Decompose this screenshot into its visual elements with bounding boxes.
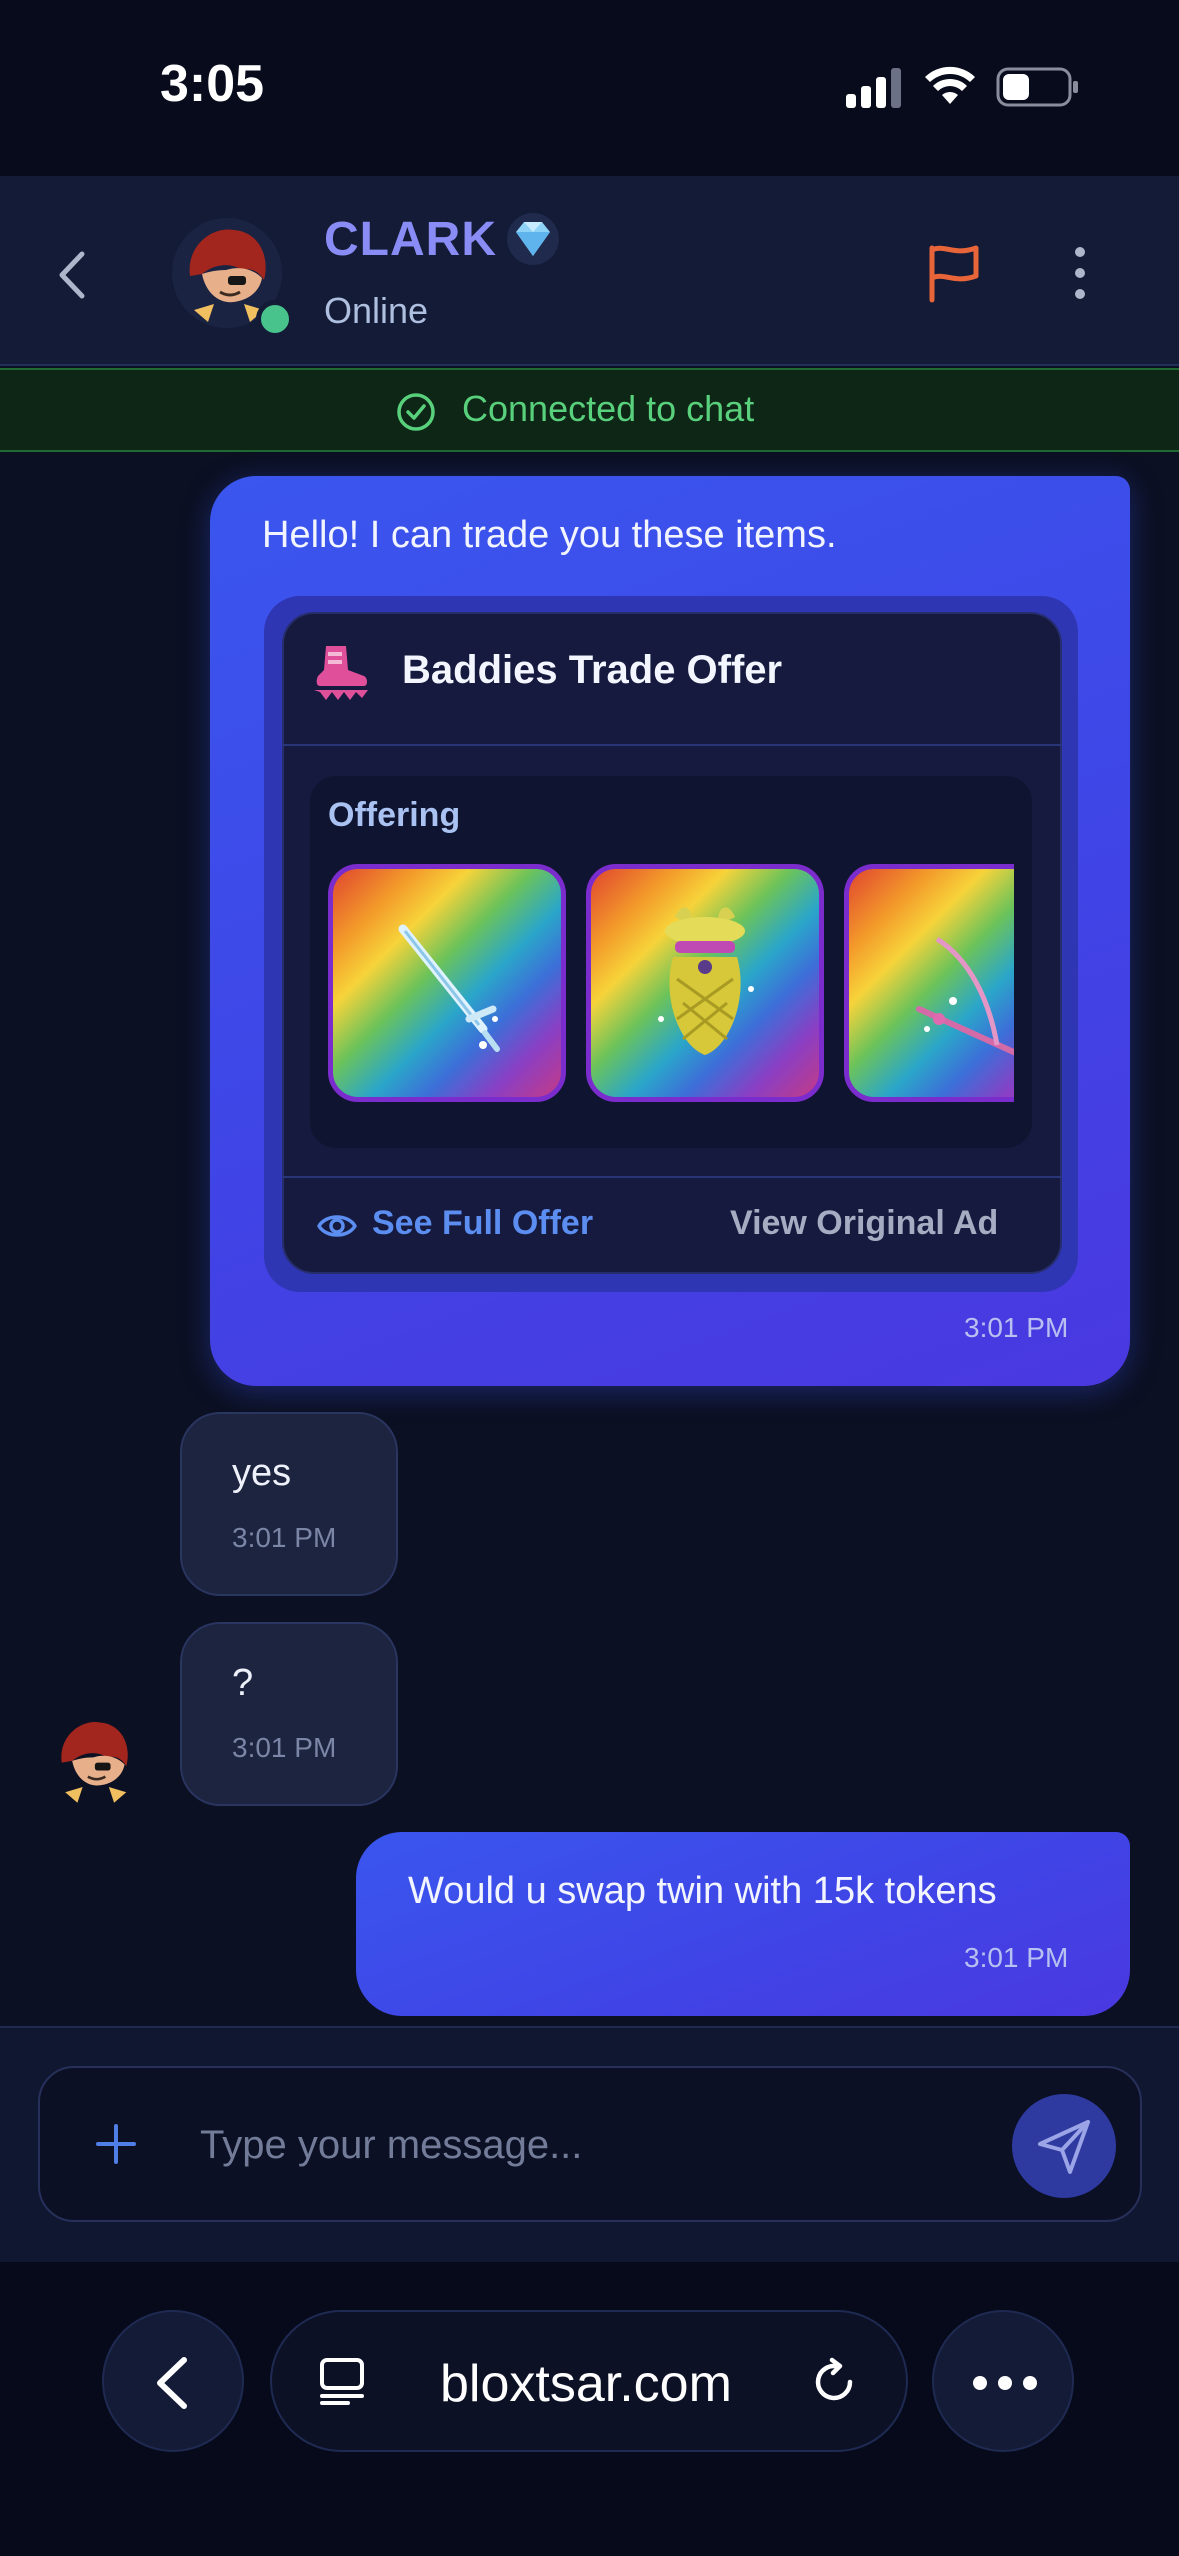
chevron-left-icon bbox=[157, 2357, 187, 2409]
status-time: 3:05 bbox=[160, 55, 265, 113]
contact-name[interactable]: CLARK bbox=[324, 212, 497, 267]
send-button[interactable] bbox=[1012, 2094, 1116, 2198]
eye-icon[interactable] bbox=[316, 1208, 358, 1244]
more-options-icon[interactable] bbox=[1070, 244, 1090, 302]
roller-skate-icon bbox=[314, 646, 368, 700]
divider bbox=[282, 744, 1062, 746]
connection-status-text: Connected to chat bbox=[462, 388, 755, 429]
message-text: yes bbox=[232, 1452, 292, 1494]
view-original-ad-link[interactable]: View Original Ad bbox=[730, 1204, 998, 1243]
attach-plus-icon[interactable] bbox=[94, 2122, 138, 2166]
online-indicator bbox=[256, 300, 294, 338]
divider bbox=[282, 1176, 1062, 1178]
contact-avatar[interactable] bbox=[172, 218, 294, 338]
message-text: ? bbox=[232, 1662, 254, 1704]
tabs-icon[interactable] bbox=[318, 2356, 366, 2406]
sender-avatar[interactable] bbox=[46, 1712, 142, 1808]
back-arrow-icon[interactable] bbox=[50, 246, 94, 304]
message-time: 3:01 PM bbox=[232, 1732, 337, 1763]
reload-icon[interactable] bbox=[808, 2356, 860, 2408]
message-time: 3:01 PM bbox=[232, 1522, 337, 1553]
message-bubble-outgoing bbox=[356, 1832, 1130, 2016]
scythe-item-tile[interactable] bbox=[844, 864, 1014, 1102]
message-bubble-incoming bbox=[180, 1622, 398, 1806]
battery-icon bbox=[996, 67, 1078, 107]
see-full-offer-link[interactable]: See Full Offer bbox=[372, 1204, 593, 1243]
offering-label: Offering bbox=[328, 796, 461, 834]
wifi-icon bbox=[925, 66, 975, 104]
report-flag-icon[interactable] bbox=[924, 240, 984, 304]
sword-item-tile[interactable] bbox=[328, 864, 566, 1102]
offer-title: Baddies Trade Offer bbox=[402, 648, 783, 692]
message-input[interactable] bbox=[200, 2100, 980, 2190]
message-text: Hello! I can trade you these items. bbox=[262, 514, 837, 556]
ellipsis-icon bbox=[973, 2376, 1037, 2390]
contact-status: Online bbox=[324, 290, 429, 331]
message-time: 3:01 PM bbox=[964, 1312, 1069, 1343]
pineapple-item-tile[interactable] bbox=[586, 864, 824, 1102]
message-bubble-incoming bbox=[180, 1412, 398, 1596]
check-circle-icon bbox=[397, 393, 435, 431]
sword-item-icon bbox=[398, 924, 500, 1052]
message-time: 3:01 PM bbox=[964, 1942, 1069, 1973]
message-text: Would u swap twin with 15k tokens bbox=[408, 1870, 997, 1912]
send-icon bbox=[1038, 2120, 1090, 2174]
browser-back-button[interactable] bbox=[102, 2310, 244, 2452]
offering-items-scroller[interactable] bbox=[310, 860, 1014, 1108]
signal-icon bbox=[846, 68, 901, 108]
pineapple-item-icon bbox=[658, 907, 754, 1055]
browser-more-button[interactable] bbox=[932, 2310, 1074, 2452]
scythe-item-icon bbox=[916, 936, 1014, 1056]
avatar-image bbox=[46, 1712, 142, 1808]
url-text[interactable]: bloxtsar.com bbox=[440, 2354, 732, 2414]
diamond-badge-icon bbox=[507, 213, 559, 265]
